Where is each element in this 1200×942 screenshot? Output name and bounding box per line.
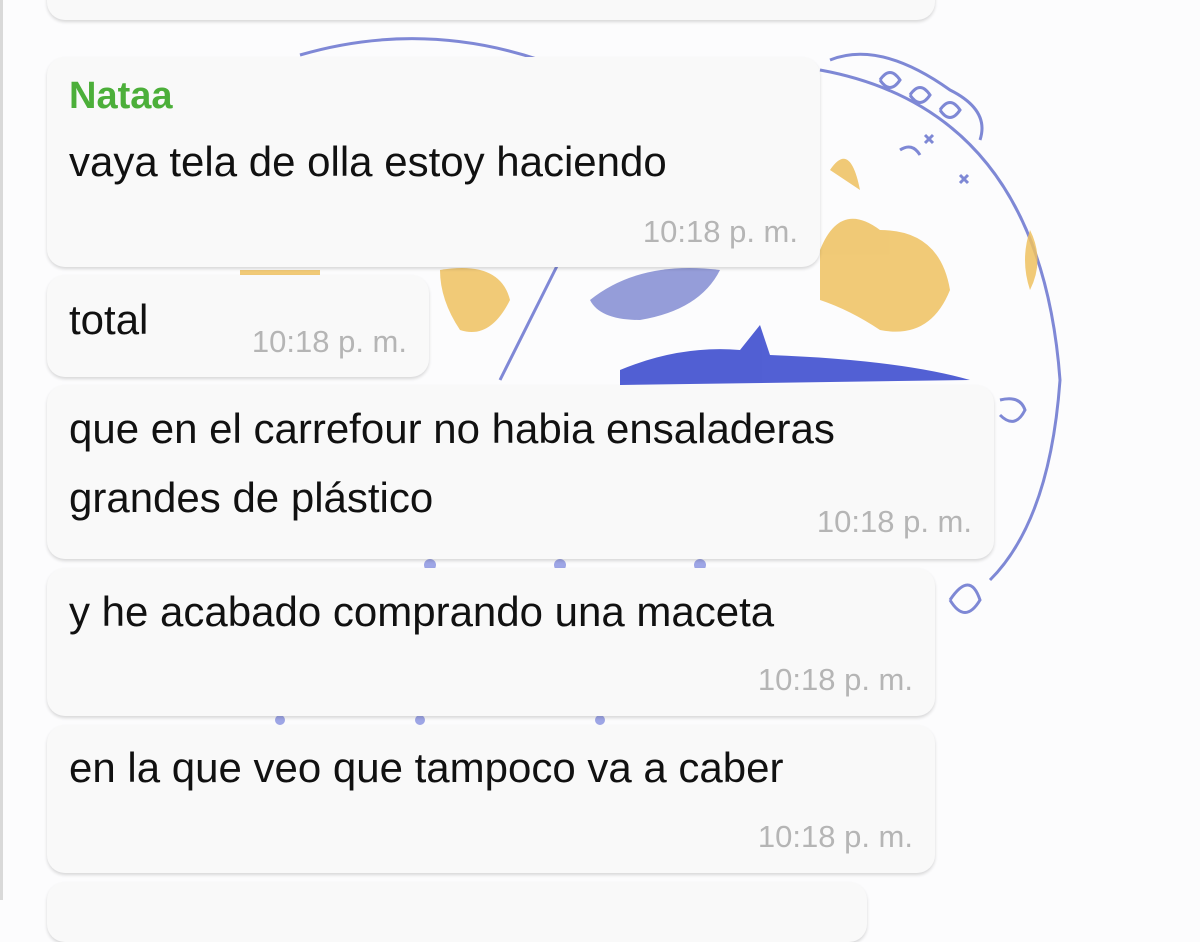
message-bubble[interactable]: en la que veo que tampoco va a caber 10:… <box>47 725 935 873</box>
message-text: grandes de plástico <box>69 474 434 521</box>
message-timestamp: 10:18 p. m. <box>816 504 972 539</box>
message-bubble[interactable]: total 10:18 p. m. <box>47 275 429 377</box>
message-bubble[interactable]: Nataa vaya tela de olla estoy haciendo 1… <box>47 57 820 267</box>
message-bubble[interactable]: que en el carrefour no habia ensaladeras… <box>47 385 994 559</box>
message-bubble[interactable]: y he acabado comprando una maceta 10:18 … <box>47 568 935 716</box>
message-bubble[interactable] <box>47 882 867 942</box>
message-text: vaya tela de olla estoy haciendo <box>69 138 667 185</box>
sender-name[interactable]: Nataa <box>69 75 173 118</box>
message-timestamp: 10:18 p. m. <box>251 324 407 359</box>
message-text: en la que veo que tampoco va a caber <box>69 744 784 791</box>
message-text: total <box>69 296 149 343</box>
message-text: y he acabado comprando una maceta <box>69 588 775 635</box>
message-timestamp: 10:18 p. m. <box>757 819 913 854</box>
message-text: que en el carrefour no habia ensaladeras <box>69 405 835 452</box>
message-timestamp: 10:18 p. m. <box>642 214 798 249</box>
message-bubble[interactable] <box>47 0 935 20</box>
message-timestamp: 10:18 p. m. <box>757 662 913 697</box>
